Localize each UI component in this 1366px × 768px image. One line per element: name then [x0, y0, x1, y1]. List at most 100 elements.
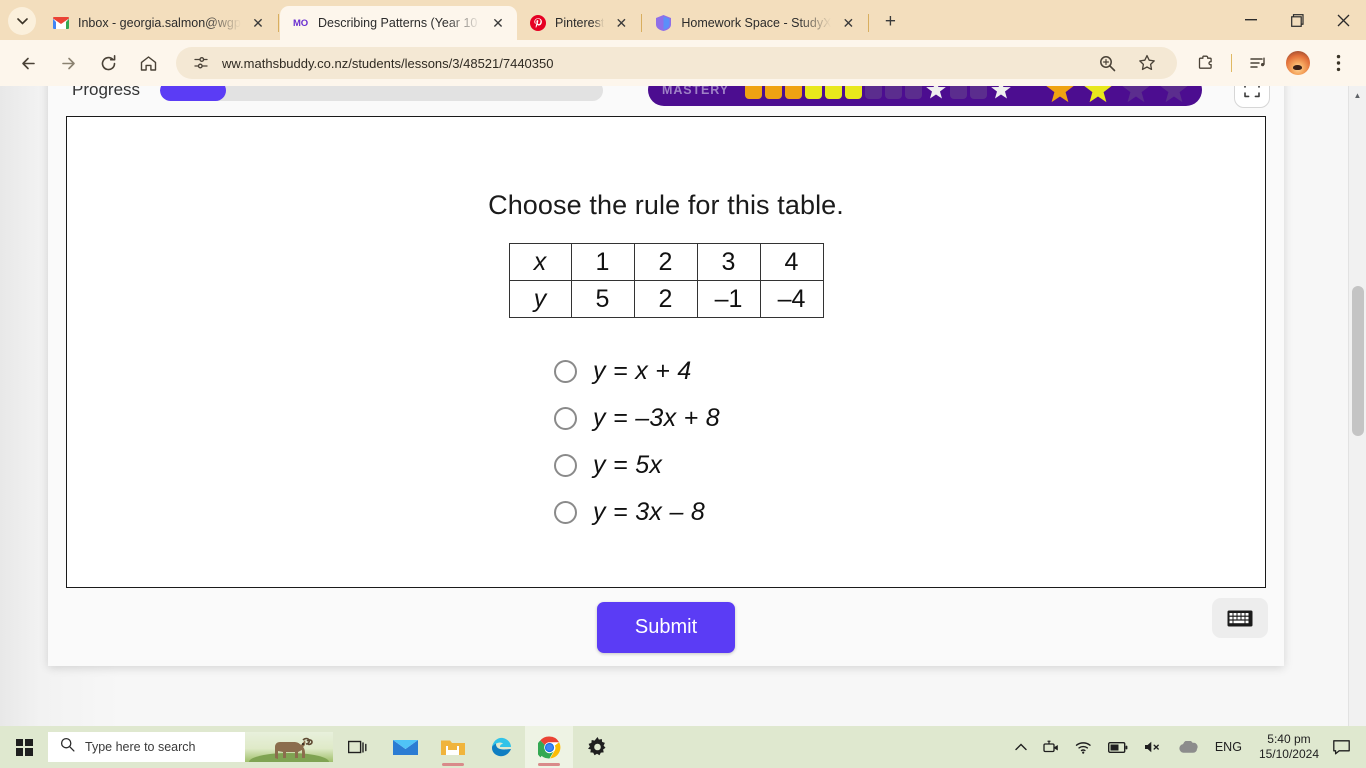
gear-icon[interactable]	[573, 726, 621, 768]
wifi-icon[interactable]	[1067, 741, 1100, 754]
zoom-icon[interactable]	[1092, 48, 1122, 78]
close-window-button[interactable]	[1320, 4, 1366, 36]
search-input[interactable]: Type here to search	[48, 732, 333, 762]
radio-button[interactable]	[554, 501, 577, 524]
browser-window: Inbox - georgia.salmon@wgpc ✕ MO Describ…	[0, 0, 1366, 726]
close-icon[interactable]: ✕	[837, 12, 859, 34]
three-dot-menu-icon[interactable]	[1323, 48, 1353, 78]
mastery-segment	[949, 86, 967, 99]
values-table: x 1 2 3 4 y 5 2 –1 –4	[508, 243, 824, 318]
row-label-x: x	[508, 243, 572, 281]
keyboard-icon[interactable]	[1212, 598, 1268, 638]
home-icon[interactable]	[133, 48, 163, 78]
tab-title: Inbox - georgia.salmon@wgpc	[78, 16, 241, 30]
reload-icon[interactable]	[93, 48, 123, 78]
page-scrollbar[interactable]: ▲	[1348, 86, 1366, 726]
option-4[interactable]: y = 3x – 8	[554, 489, 1265, 536]
scroll-up-arrow[interactable]: ▲	[1349, 86, 1366, 104]
progress-bar-fill	[160, 86, 227, 101]
camera-icon[interactable]	[1035, 740, 1067, 755]
mastery-segment	[864, 86, 882, 99]
radio-button[interactable]	[554, 360, 577, 383]
y-cell: –1	[696, 280, 761, 318]
tab-pinterest[interactable]: Pinterest ✕	[517, 6, 640, 40]
fullscreen-expand-icon[interactable]	[1234, 86, 1270, 108]
close-icon[interactable]: ✕	[487, 12, 509, 34]
mail-icon[interactable]	[381, 726, 429, 768]
media-playlist-icon[interactable]	[1243, 48, 1273, 78]
battery-icon[interactable]	[1100, 741, 1136, 753]
gmail-icon	[52, 15, 69, 32]
tab-inbox[interactable]: Inbox - georgia.salmon@wgpc ✕	[40, 6, 277, 40]
mastery-segment	[904, 86, 922, 99]
option-3[interactable]: y = 5x	[554, 442, 1265, 489]
radio-button[interactable]	[554, 407, 577, 430]
notification-icon[interactable]	[1327, 739, 1360, 755]
lesson-footer: Submit	[48, 588, 1284, 666]
app-running-indicator	[442, 763, 464, 766]
option-label: y = –3x + 8	[593, 404, 720, 432]
back-icon[interactable]	[13, 48, 43, 78]
language-indicator[interactable]: ENG	[1206, 740, 1251, 754]
progress-label: Progress	[72, 86, 141, 99]
tab-search-icon[interactable]	[8, 7, 36, 35]
toolbar-divider	[1231, 54, 1232, 72]
mastery-segment	[784, 86, 802, 99]
x-cell: 4	[759, 243, 824, 281]
cloud-icon[interactable]	[1170, 740, 1206, 754]
option-2[interactable]: y = –3x + 8	[554, 395, 1265, 442]
scrollbar-thumb[interactable]	[1352, 286, 1364, 436]
lesson-header: Progress MASTERY	[48, 86, 1284, 116]
studyx-icon	[655, 15, 672, 32]
volume-muted-icon[interactable]	[1136, 740, 1170, 754]
system-tray: ENG 5:40 pm 15/10/2024	[1007, 732, 1366, 762]
edge-icon[interactable]	[477, 726, 525, 768]
x-cell: 1	[570, 243, 635, 281]
y-cell: 2	[633, 280, 698, 318]
row-label-y: y	[508, 280, 572, 318]
close-icon[interactable]: ✕	[247, 12, 269, 34]
radio-button[interactable]	[554, 454, 577, 477]
search-placeholder: Type here to search	[85, 740, 196, 754]
maximize-button[interactable]	[1274, 4, 1320, 36]
windows-taskbar: Type here to search ENG 5:40 pm 15/10/20…	[0, 726, 1366, 768]
answer-options: y = x + 4 y = –3x + 8 y = 5x y = 3x – 8	[67, 348, 1265, 536]
mastery-panel: MASTERY	[648, 86, 1202, 106]
mastery-segment	[884, 86, 902, 99]
y-cell: –4	[759, 280, 824, 318]
tab-title: Pinterest	[555, 16, 605, 30]
progress-bar	[160, 86, 604, 101]
tab-studyx[interactable]: Homework Space - StudyX ✕	[643, 6, 867, 40]
mastery-segment	[764, 86, 782, 99]
option-label: y = 3x – 8	[593, 498, 706, 526]
minimize-button[interactable]	[1228, 4, 1274, 36]
tab-describing-patterns[interactable]: MO Describing Patterns (Year 10 Ge ✕	[280, 6, 517, 40]
new-tab-button[interactable]: +	[876, 8, 904, 36]
x-cell: 2	[633, 243, 698, 281]
clock[interactable]: 5:40 pm 15/10/2024	[1251, 732, 1327, 762]
search-wallpaper-image	[245, 732, 333, 762]
address-bar[interactable]: ww.mathsbuddy.co.nz/students/lessons/3/4…	[176, 47, 1177, 79]
extensions-puzzle-icon[interactable]	[1190, 48, 1220, 78]
profile-avatar[interactable]	[1283, 48, 1313, 78]
task-view-icon[interactable]	[333, 726, 381, 768]
mastery-segment	[969, 86, 987, 99]
tab-strip: Inbox - georgia.salmon@wgpc ✕ MO Describ…	[0, 0, 1366, 40]
folder-icon[interactable]	[429, 726, 477, 768]
url-text: ww.mathsbuddy.co.nz/students/lessons/3/4…	[222, 55, 554, 71]
mastery-milestone-star	[990, 86, 1012, 101]
chrome-icon[interactable]	[525, 726, 573, 768]
lesson-app: Progress MASTERY Choose the rule for thi…	[48, 86, 1284, 666]
mastery-award-star	[1084, 86, 1112, 103]
page-viewport: Progress MASTERY Choose the rule for thi…	[0, 86, 1366, 726]
option-1[interactable]: y = x + 4	[554, 348, 1265, 395]
chevron-up-icon[interactable]	[1007, 743, 1035, 751]
windows-start-icon[interactable]	[0, 726, 48, 768]
mastery-label: MASTERY	[662, 86, 729, 97]
site-settings-icon[interactable]	[186, 51, 216, 75]
close-icon[interactable]: ✕	[610, 12, 632, 34]
tab-title: Describing Patterns (Year 10 Ge	[318, 16, 481, 30]
bookmark-star-icon[interactable]	[1132, 48, 1162, 78]
forward-icon[interactable]	[53, 48, 83, 78]
submit-button[interactable]: Submit	[596, 601, 736, 653]
